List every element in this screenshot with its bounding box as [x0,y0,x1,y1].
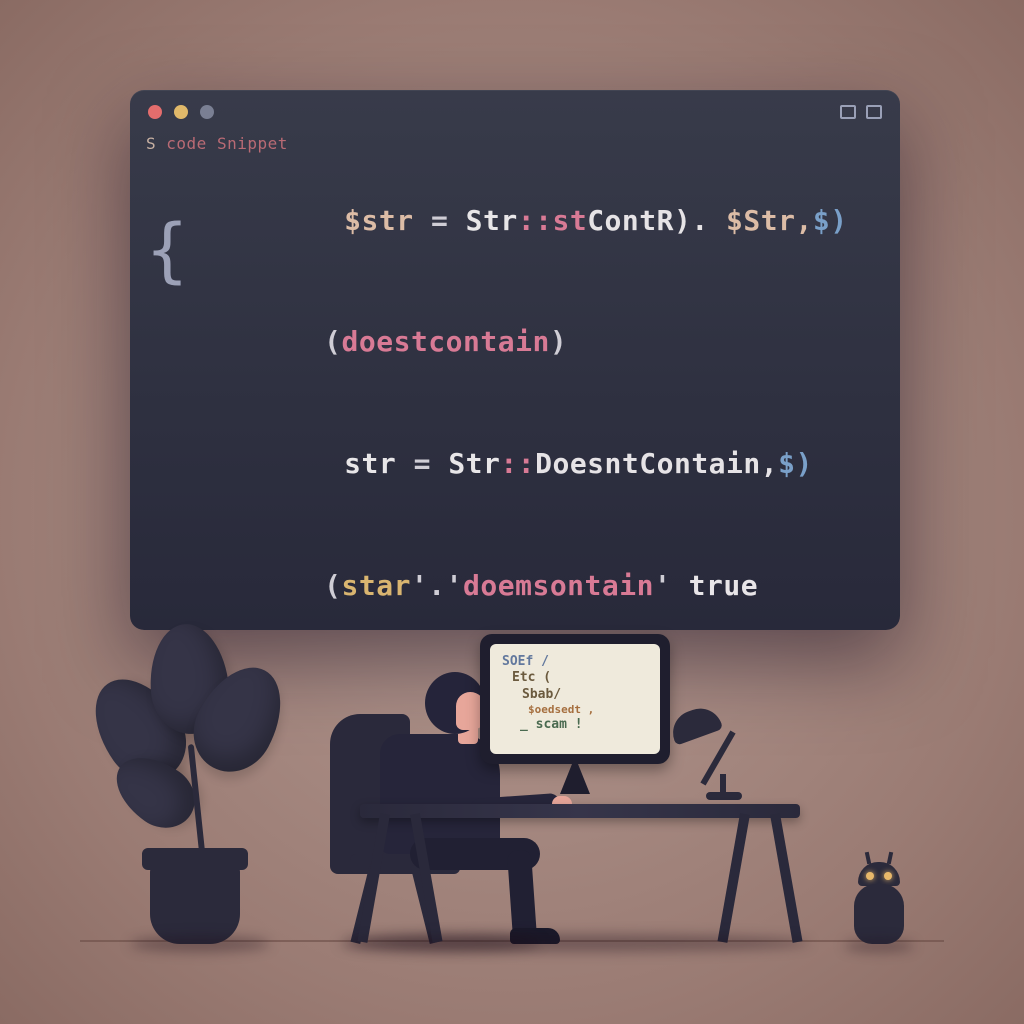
gutter-brace: { [146,200,189,302]
desk-icon: SOEf / Etc ( Sbab/ $oedsedt , _ scam ! [360,714,800,944]
maximize-icon[interactable] [200,105,214,119]
window-restore-icon[interactable] [840,105,856,119]
code-line-4: (star'.'doemsontain' true [150,525,880,630]
window-titlebar [130,90,900,134]
file-tab-prefix: S [146,134,156,153]
file-tab-label: code Snippet [166,134,288,153]
monitor-icon: SOEf / Etc ( Sbab/ $oedsedt , _ scam ! [480,634,670,794]
file-tab[interactable]: S code Snippet [146,134,288,153]
code-line-1: $str = Str::stContR). $Str,$) [150,160,880,282]
desk-lamp-icon [670,704,770,804]
window-controls [840,105,882,119]
monitor-line: _ scam ! [502,717,648,733]
plant-icon [90,624,300,944]
code-area[interactable]: { $str = Str::stContR). $Str,$) (doestco… [150,160,880,610]
window-traffic-lights [148,105,214,119]
code-line-3: str = Str::DoesntContain,$) [150,404,880,526]
android-robot-icon [844,854,914,944]
window-max-icon[interactable] [866,105,882,119]
monitor-screen: SOEf / Etc ( Sbab/ $oedsedt , _ scam ! [490,644,660,754]
illustration-scene: SOEf / Etc ( Sbab/ $oedsedt , _ scam ! [0,624,1024,944]
monitor-line: Sbab/ [502,687,648,703]
minimize-icon[interactable] [174,105,188,119]
code-editor-window: S code Snippet { $str = Str::stContR). $… [130,90,900,630]
monitor-line: SOEf / [502,654,648,670]
monitor-line: $oedsedt , [502,703,648,717]
monitor-line: Etc ( [502,670,648,686]
close-icon[interactable] [148,105,162,119]
code-line-2: (doestcontain) [150,282,880,404]
